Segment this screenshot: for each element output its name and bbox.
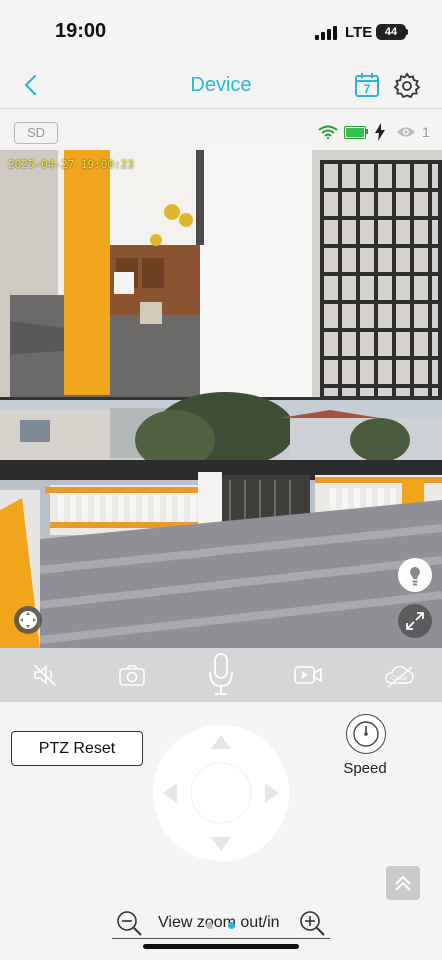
ptz-reset-button[interactable]: PTZ Reset <box>11 731 143 766</box>
video-feed[interactable] <box>0 150 442 648</box>
video-record-icon[interactable] <box>294 661 322 689</box>
scroll-up-icon[interactable] <box>386 866 420 900</box>
camera-scene-image <box>0 150 442 648</box>
speed-dial-icon[interactable] <box>346 714 386 754</box>
battery-icon <box>406 29 408 35</box>
direction-pad[interactable] <box>153 725 289 861</box>
page-dot-active <box>228 922 235 929</box>
speed-label: Speed <box>343 760 387 777</box>
gear-icon[interactable] <box>393 72 421 100</box>
cellular-signal-icon <box>315 26 337 40</box>
wifi-icon <box>318 125 338 139</box>
home-indicator[interactable] <box>143 944 299 949</box>
battery-level: 44 <box>376 24 406 40</box>
zoom-in-icon[interactable] <box>298 909 326 937</box>
fullscreen-icon[interactable] <box>398 604 432 638</box>
sd-card-badge: SD <box>14 122 58 144</box>
microphone-icon[interactable] <box>206 652 236 698</box>
video-timestamp: 2025-04-27 19:00:23 <box>8 158 134 171</box>
status-time: 19:00 <box>55 20 107 42</box>
header-divider <box>0 108 442 109</box>
eye-icon <box>397 127 415 137</box>
zoom-divider <box>112 938 330 939</box>
calendar-icon[interactable]: 7 <box>354 72 380 98</box>
light-bulb-icon[interactable] <box>398 558 432 592</box>
ptz-control-icon[interactable] <box>14 606 42 634</box>
charging-bolt-icon <box>375 123 385 141</box>
direction-pad-graphic <box>153 725 289 861</box>
media-toolbar: Cloud <box>0 648 442 702</box>
camera-icon[interactable] <box>118 661 146 689</box>
viewer-count: 1 <box>422 124 430 140</box>
speaker-muted-icon[interactable] <box>31 661 59 689</box>
camera-battery-icon <box>344 126 366 139</box>
zoom-label: View zoom out/in <box>158 914 280 931</box>
cloud-off-icon[interactable]: Cloud <box>382 661 416 689</box>
cloud-label: Cloud <box>391 676 407 682</box>
calendar-day: 7 <box>364 82 371 96</box>
zoom-out-icon[interactable] <box>115 909 143 937</box>
page-dot <box>206 922 213 929</box>
network-type: LTE <box>345 24 373 41</box>
camera-battery-tip <box>366 129 368 134</box>
